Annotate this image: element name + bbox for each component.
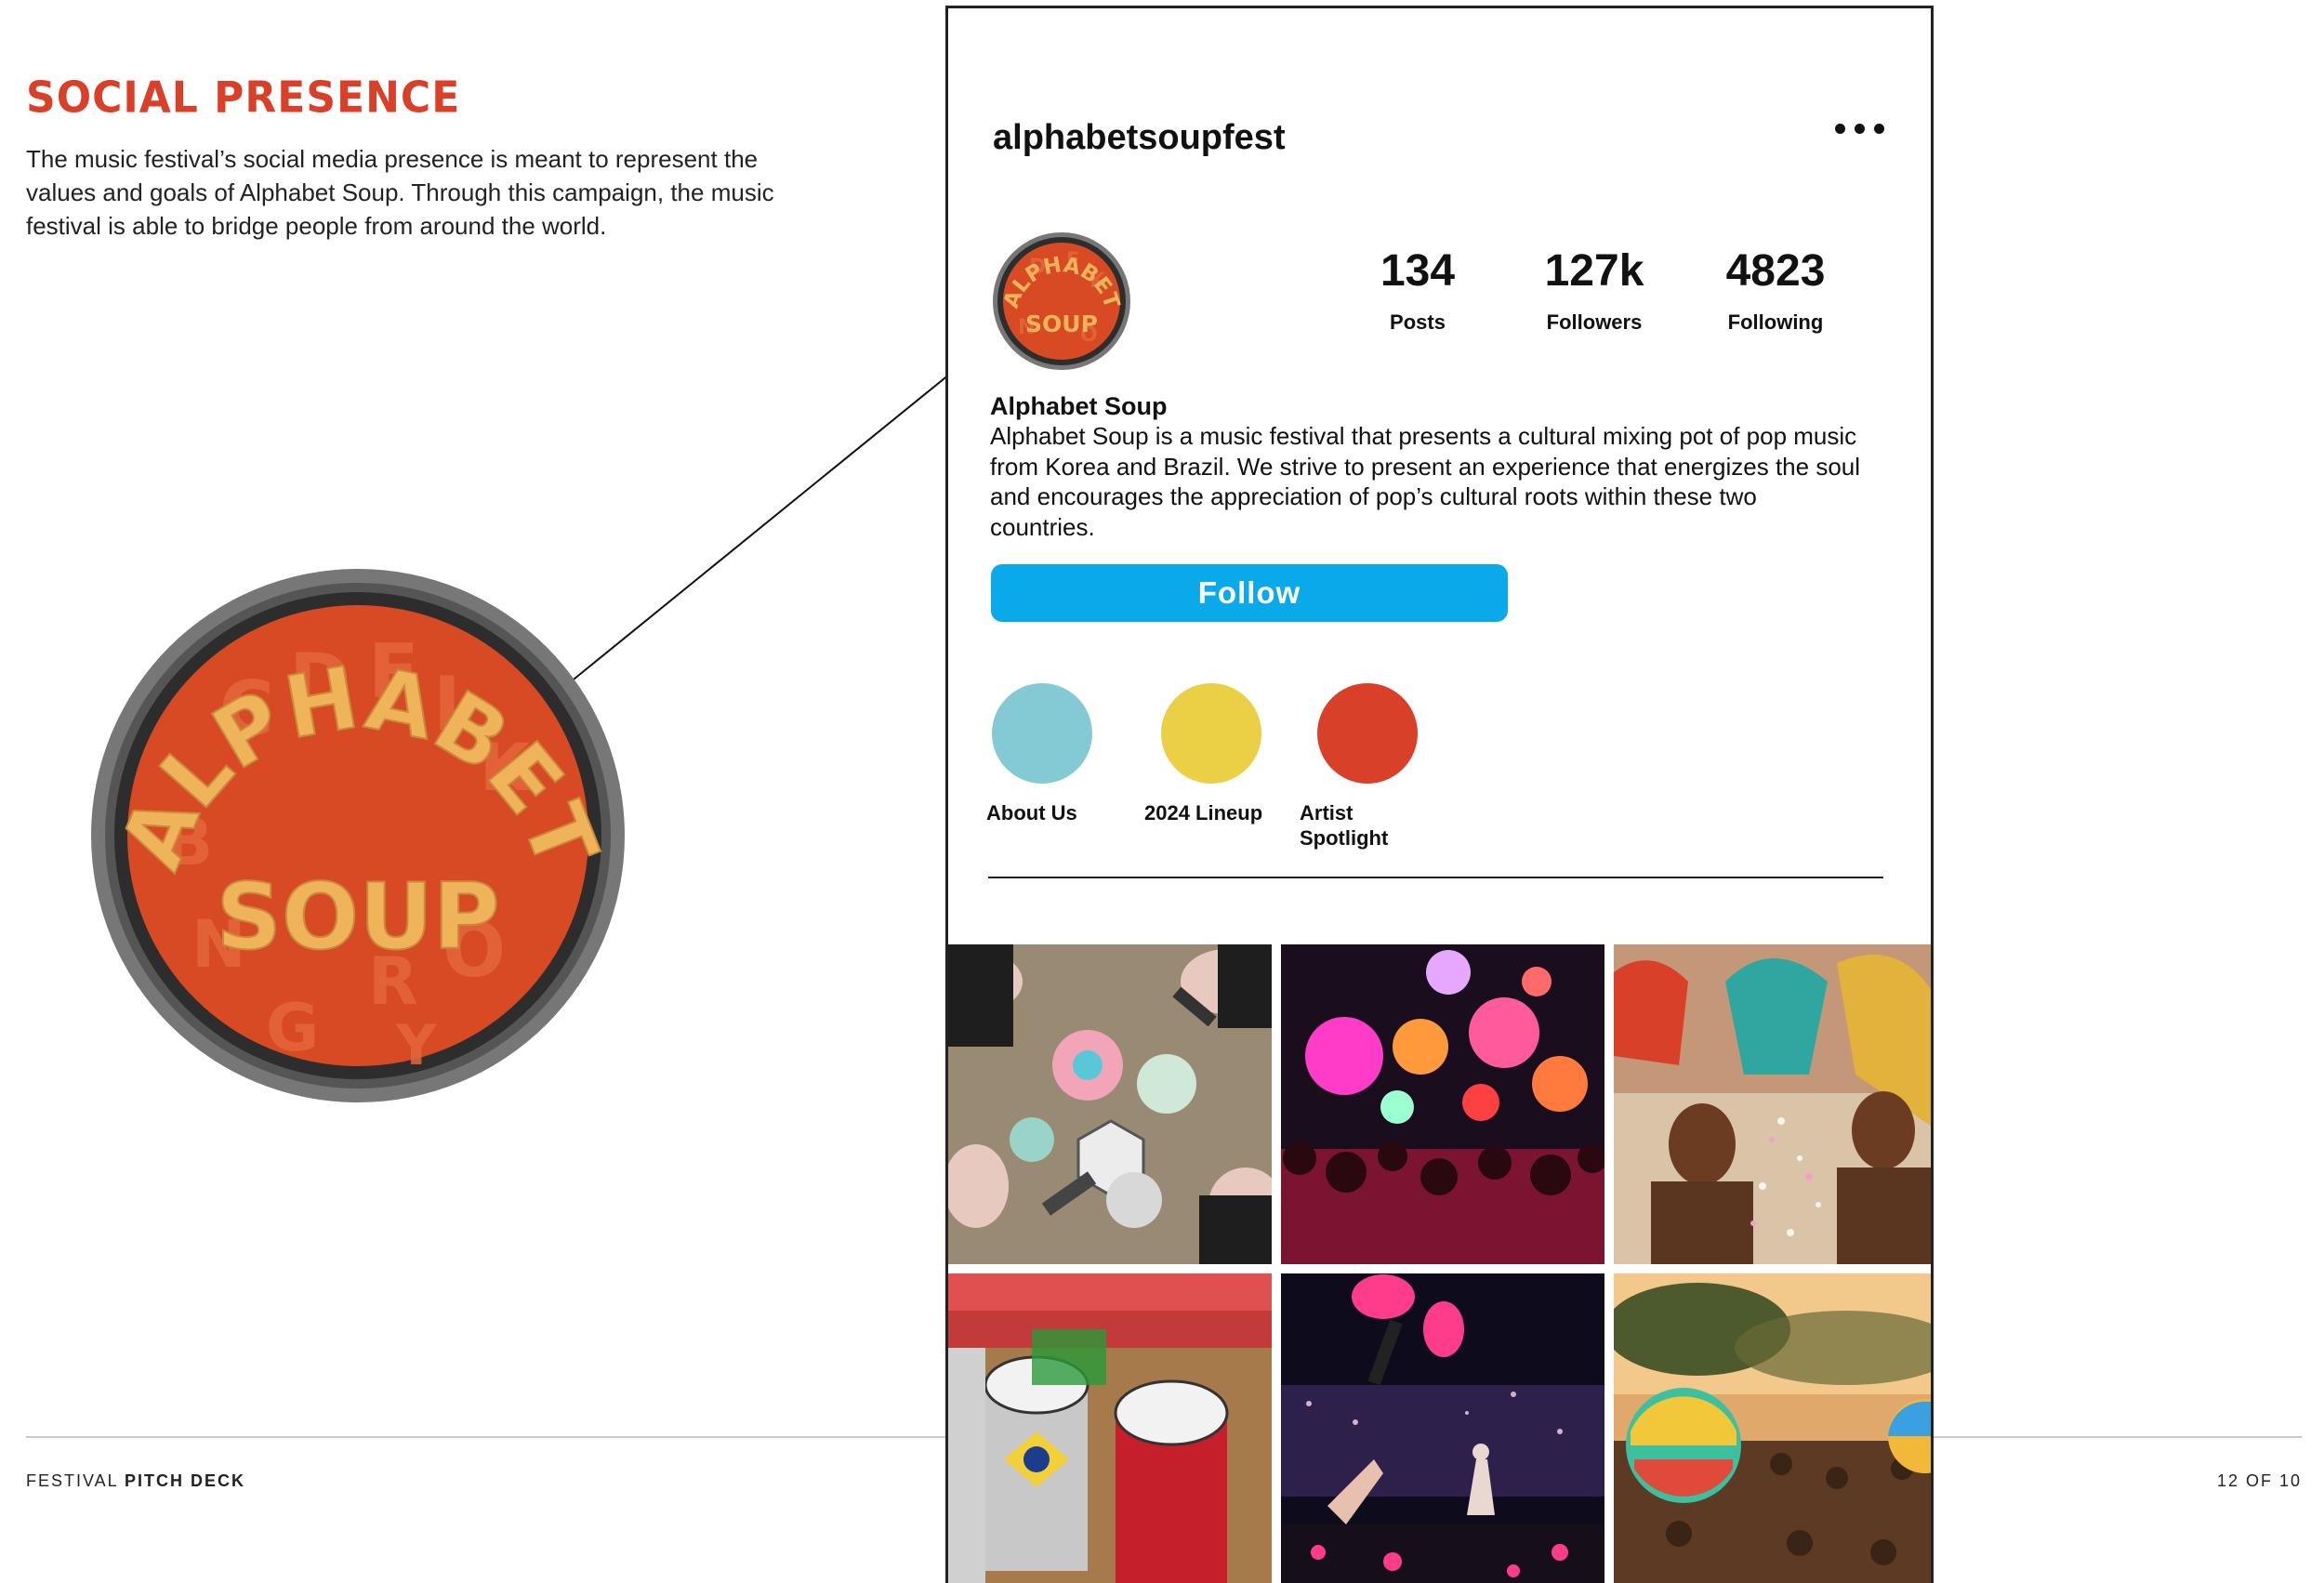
stat-posts-value: 134 (1380, 246, 1456, 296)
bio-name: Alphabet Soup (990, 392, 1168, 420)
stat-following-label: Following (1727, 310, 1824, 334)
highlight-artist-spotlight-circle[interactable] (1317, 683, 1418, 784)
post-thumbnail[interactable] (1614, 1273, 1931, 1583)
bio-text: Alphabet Soup is a music festival that p… (990, 422, 1861, 541)
stat-followers[interactable]: 127k Followers (1520, 245, 1669, 335)
footer-deck-label: FESTIVAL PITCH DECK (26, 1471, 245, 1491)
stat-posts-label: Posts (1390, 310, 1446, 334)
stat-following-value: 4823 (1725, 246, 1826, 296)
intro-paragraph: The music festival’s social media presen… (26, 145, 774, 240)
big-logo: C D F I K B O R N G Y ALPHABET SOUP (89, 567, 627, 1104)
profile-avatar[interactable]: DFK NO ALPHABET SOUP (992, 231, 1131, 371)
post-thumbnail[interactable] (1281, 944, 1604, 1264)
avatar-word-bottom: SOUP (1025, 310, 1098, 337)
highlight-artist-spotlight[interactable]: Artist Spotlight (1300, 683, 1418, 851)
more-horizontal-icon[interactable] (1835, 124, 1884, 134)
footer-label-bold: PITCH DECK (125, 1471, 246, 1490)
stat-followers-value: 127k (1544, 246, 1644, 296)
svg-text:Y: Y (395, 1013, 438, 1078)
highlight-about-us-label: About Us (986, 801, 1077, 824)
highlight-about-us-circle[interactable] (992, 683, 1092, 784)
post-thumbnail[interactable] (948, 1273, 1272, 1583)
stat-posts[interactable]: 134 Posts (1348, 245, 1487, 335)
profile-divider (988, 877, 1883, 878)
profile-username: alphabetsoupfest (993, 118, 1286, 157)
highlight-about-us[interactable]: About Us (986, 683, 1098, 825)
post-thumbnail[interactable] (948, 944, 1272, 1264)
svg-text:G: G (266, 990, 319, 1066)
highlight-2024-lineup[interactable]: 2024 Lineup (1144, 683, 1263, 825)
highlight-2024-lineup-circle[interactable] (1161, 683, 1261, 784)
profile-mockup: alphabetsoupfest DFK NO ALPHABET SOUP 13… (945, 6, 1934, 1583)
post-thumbnail[interactable] (1281, 1273, 1604, 1583)
footer-page-number: 12 OF 10 (2216, 1471, 2302, 1490)
footer-label-regular: FESTIVAL (26, 1471, 125, 1490)
highlight-artist-spotlight-label: Artist Spotlight (1300, 801, 1389, 850)
stat-following[interactable]: 4823 Following (1701, 245, 1850, 335)
big-logo-word-bottom: SOUP (216, 864, 499, 970)
stat-followers-label: Followers (1546, 310, 1643, 334)
post-thumbnail[interactable] (1614, 944, 1931, 1264)
highlight-2024-lineup-label: 2024 Lineup (1144, 801, 1263, 824)
follow-button[interactable]: Follow (991, 564, 1508, 622)
section-title: SOCIAL PRESENCE (26, 73, 461, 124)
post-grid (948, 944, 1931, 1583)
